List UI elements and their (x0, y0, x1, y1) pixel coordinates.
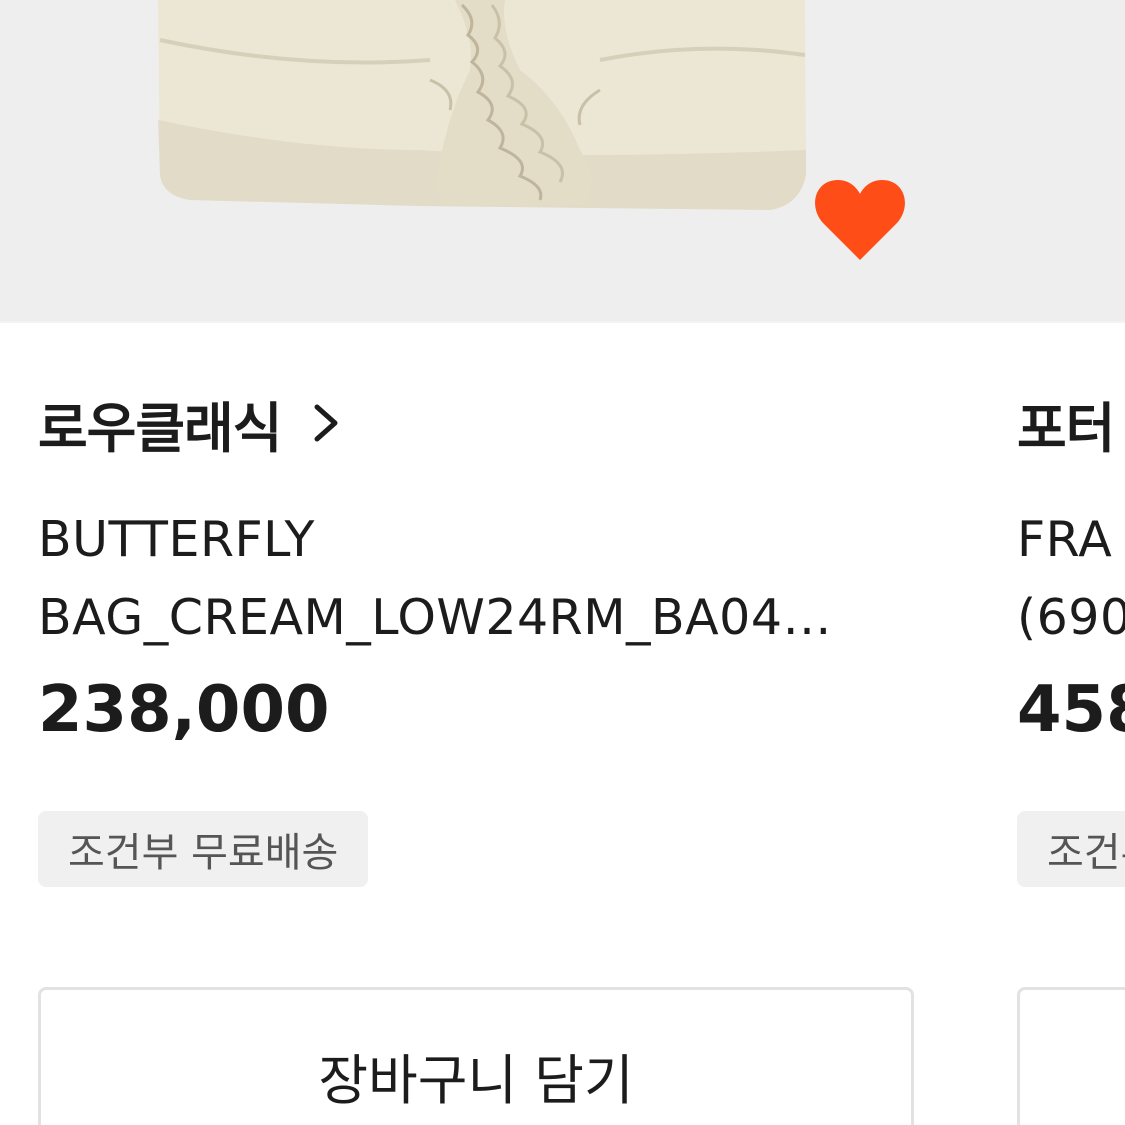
shipping-badge: 조건부 (1017, 811, 1125, 887)
brand-name: 포터 (1017, 396, 1115, 460)
brand-link[interactable]: 로우클래식 (38, 391, 341, 460)
product-name[interactable]: FRA (690 (1017, 501, 1125, 657)
image-divider (0, 321, 1125, 323)
heart-icon[interactable] (810, 172, 910, 264)
product-carousel: 로우클래식 BUTTERFLY BAG_CREAM_LOW24RM_BA04… … (0, 0, 1125, 1125)
product-image[interactable] (0, 0, 1125, 323)
brand-link[interactable]: 포터 (1017, 391, 1115, 460)
product-image-area[interactable] (0, 0, 1125, 323)
add-to-cart-button[interactable] (1017, 987, 1125, 1125)
product-name[interactable]: BUTTERFLY BAG_CREAM_LOW24RM_BA04… (38, 501, 832, 657)
add-to-cart-button[interactable]: 장바구니 담기 (38, 987, 914, 1125)
product-price: 238,000 (38, 673, 330, 747)
chevron-right-icon (314, 404, 338, 442)
product-price: 458 (1017, 673, 1125, 747)
shipping-badge: 조건부 무료배송 (38, 811, 369, 887)
brand-name: 로우클래식 (38, 396, 282, 460)
